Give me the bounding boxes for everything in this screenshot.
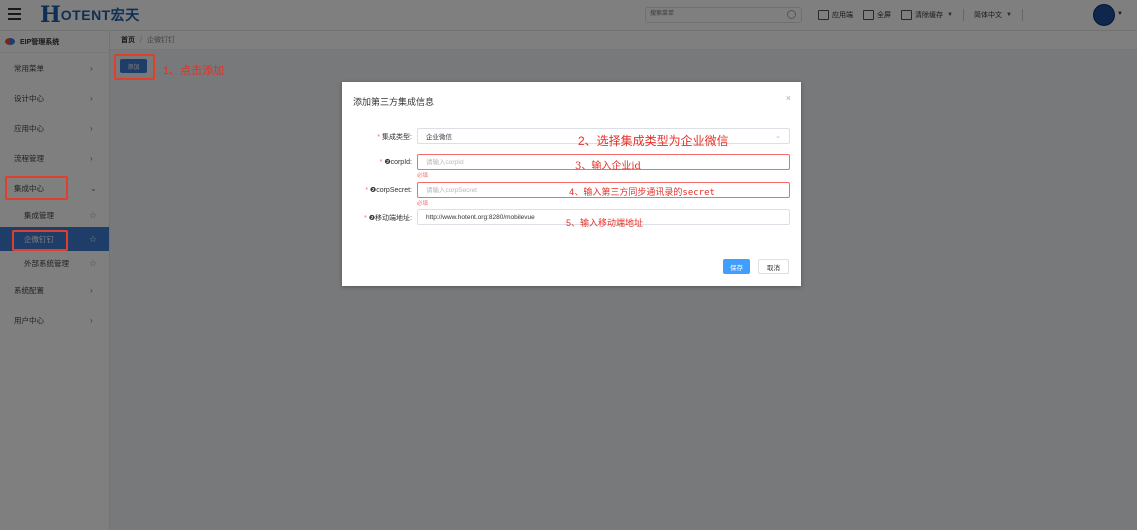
add-integration-dialog: 添加第三方集成信息 × *集成类型: ⌄ *❷corpId: 必填 *❷corp… — [342, 82, 801, 286]
field-corpid: *❷corpId: 必填 — [342, 154, 801, 179]
field-label: * ❷corpSecret: — [365, 187, 412, 194]
highlight-box — [12, 230, 68, 251]
corpsecret-label: ❷corpSecret: — [369, 187, 412, 194]
dialog-title: 添加第三方集成信息 — [353, 97, 435, 107]
annotation-step-2: 2、选择集成类型为企业微信 — [578, 134, 729, 148]
field-label: * ❷corpId: — [379, 159, 412, 166]
field-label: * ❷移动端地址: — [364, 215, 412, 222]
highlight-box — [114, 54, 155, 80]
annotation-step-1: 1、点击添加 — [163, 65, 225, 77]
corpid-error: 必填 — [417, 173, 429, 179]
field-integration-type: *集成类型: ⌄ — [342, 128, 801, 146]
save-button[interactable]: 保存 — [723, 259, 750, 274]
chevron-down-icon: ⌄ — [775, 133, 781, 140]
corpid-label: ❷corpId: — [384, 159, 412, 166]
field-label: * 集成类型: — [377, 134, 412, 141]
annotation-step-3: 3、输入企业id — [575, 161, 641, 172]
annotation-step-5: 5、输入移动端地址 — [566, 218, 644, 228]
corpsecret-error: 必填 — [417, 201, 429, 207]
highlight-box — [5, 176, 68, 200]
close-icon[interactable]: × — [786, 93, 791, 103]
mobile-url-label: ❷移动端地址: — [368, 215, 412, 222]
integration-type-label: 集成类型: — [382, 134, 412, 141]
cancel-button[interactable]: 取消 — [758, 259, 789, 274]
annotation-step-4: 4、输入第三方同步通讯录的secret — [569, 188, 715, 198]
